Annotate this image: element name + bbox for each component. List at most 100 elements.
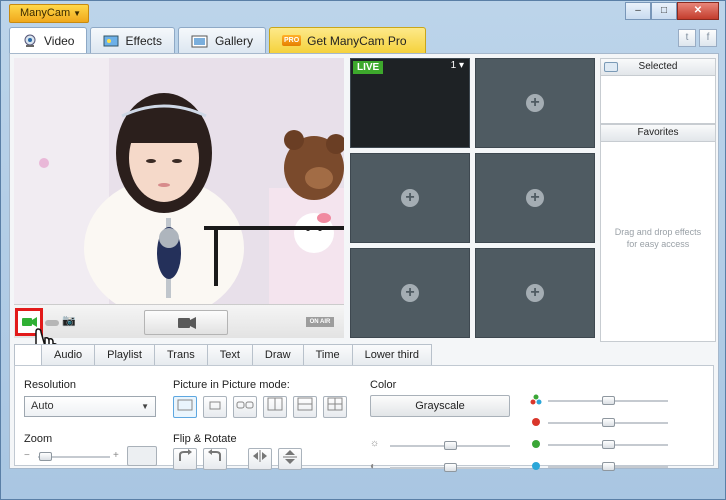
pip-mode-horizontal-split-button[interactable] — [293, 396, 317, 418]
zoom-label: Zoom — [24, 433, 53, 445]
green-channel-slider-thumb[interactable] — [602, 440, 615, 449]
flip-horizontal-button[interactable] — [248, 448, 272, 470]
source-slot-add[interactable]: + — [475, 58, 595, 148]
tab-video-settings[interactable] — [14, 344, 42, 366]
resolution-select[interactable]: Auto ▼ — [24, 396, 156, 417]
app-menu-button[interactable]: ManyCam ▼ — [9, 4, 89, 23]
maximize-button[interactable]: □ — [651, 2, 677, 20]
tab-get-pro[interactable]: PRO Get ManyCam Pro — [268, 27, 426, 53]
eye-icon[interactable] — [604, 62, 618, 72]
pip-quad-icon — [327, 397, 343, 411]
record-video-icon — [178, 317, 196, 329]
rgb-all-slider-thumb[interactable] — [602, 396, 615, 405]
rgb-channels-icon — [530, 394, 542, 405]
video-settings-panel: Resolution Auto ▼ Zoom − + Picture in Pi… — [14, 365, 714, 472]
camera-photo-toggle[interactable] — [45, 320, 59, 326]
social-links: t f — [678, 29, 717, 47]
flip-rotate-label: Flip & Rotate — [173, 433, 237, 445]
facebook-icon[interactable]: f — [699, 29, 717, 47]
tab-get-pro-label: Get ManyCam Pro — [307, 33, 407, 48]
record-button[interactable] — [144, 310, 228, 335]
red-channel-icon — [532, 418, 540, 426]
on-air-indicator: ON AIR — [306, 317, 334, 327]
favorites-hint: Drag and drop effects for easy access — [601, 142, 715, 250]
status-bar — [1, 469, 725, 499]
source-channel-selector[interactable]: 1 ▾ — [451, 60, 464, 71]
add-source-icon: + — [526, 189, 544, 207]
flip-vertical-button[interactable] — [278, 448, 302, 470]
tab-lower-third[interactable]: Lower third — [351, 344, 433, 366]
close-button[interactable]: ✕ — [677, 2, 719, 20]
brightness-icon: ☼ — [370, 438, 380, 449]
tab-gallery-label: Gallery — [214, 33, 253, 48]
source-slot-live[interactable]: LIVE 1 ▾ — [350, 58, 470, 148]
pip-mode-quad-button[interactable] — [323, 396, 347, 418]
twitter-icon[interactable]: t — [678, 29, 696, 47]
flip-horizontal-icon — [253, 450, 267, 462]
pro-badge: PRO — [281, 35, 302, 46]
pip-horizontal-split-icon — [297, 397, 313, 411]
rotate-left-button[interactable] — [173, 448, 197, 470]
tab-draw[interactable]: Draw — [251, 344, 304, 366]
grayscale-button[interactable]: Grayscale — [370, 395, 510, 417]
selected-panel-title: Selected — [638, 61, 678, 72]
add-source-icon: + — [526, 284, 544, 302]
brightness-slider-thumb[interactable] — [444, 441, 457, 450]
video-tab-content: 📷 ON AIR LIVE 1 ▾ + + + + + Selected Fav… — [9, 53, 719, 472]
tab-text[interactable]: Text — [206, 344, 253, 366]
favorites-hint-line: Drag and drop effects — [614, 227, 702, 237]
photo-camera-icon[interactable]: 📷 — [62, 314, 76, 327]
tab-trans[interactable]: Trans — [153, 344, 208, 366]
add-source-icon: + — [401, 189, 419, 207]
add-source-icon: + — [526, 94, 544, 112]
green-channel-icon — [532, 440, 540, 448]
tab-playlist[interactable]: Playlist — [94, 344, 155, 366]
zoom-reset-button[interactable] — [127, 446, 157, 466]
pip-none-icon — [177, 399, 193, 411]
pip-side-by-side-icon — [236, 401, 254, 409]
zoom-in-icon[interactable]: + — [113, 450, 119, 461]
add-source-icon: + — [401, 284, 419, 302]
tab-effects[interactable]: Effects — [90, 27, 175, 53]
pip-vertical-split-icon — [267, 397, 283, 411]
pip-mode-none-button[interactable] — [173, 396, 197, 418]
pip-mode-label: Picture in Picture mode: — [173, 379, 290, 391]
chevron-down-icon: ▼ — [141, 402, 149, 411]
video-source-grid: LIVE 1 ▾ + + + + + — [350, 58, 595, 342]
window-controls: – □ ✕ — [625, 2, 719, 20]
effects-icon — [103, 35, 119, 46]
tab-video[interactable]: Video — [9, 27, 88, 54]
title-bar: ManyCam ▼ – □ ✕ — [1, 1, 725, 27]
tab-gallery[interactable]: Gallery — [177, 27, 266, 53]
red-channel-slider-thumb[interactable] — [602, 418, 615, 427]
zoom-slider-thumb[interactable] — [39, 452, 53, 461]
pip-mode-side-by-side-button[interactable] — [233, 396, 257, 418]
main-tabs: Video Effects Gallery PRO Get ManyCam Pr… — [9, 27, 429, 54]
pip-mode-inset-button[interactable] — [203, 396, 227, 418]
gallery-icon — [191, 35, 208, 47]
source-slot-add[interactable]: + — [350, 153, 470, 243]
selected-panel-header: Selected — [600, 58, 716, 76]
zoom-out-icon[interactable]: − — [24, 450, 30, 461]
rotate-left-icon — [179, 449, 192, 461]
tab-effects-label: Effects — [125, 33, 162, 48]
tab-video-label: Video — [44, 34, 75, 48]
resolution-label: Resolution — [24, 379, 76, 391]
favorites-panel-title: Favorites — [637, 127, 679, 138]
video-sub-tabs: Audio Playlist Trans Text Draw Time Lowe… — [14, 344, 433, 366]
camera-preview — [14, 58, 344, 304]
minimize-button[interactable]: – — [625, 2, 651, 20]
rotate-right-icon — [208, 449, 221, 461]
tab-time[interactable]: Time — [302, 344, 353, 366]
favorites-panel-body[interactable]: Drag and drop effects for easy access — [600, 142, 716, 342]
source-slot-add[interactable]: + — [475, 248, 595, 338]
pip-mode-vertical-split-button[interactable] — [263, 396, 287, 418]
app-menu-label: ManyCam — [20, 7, 71, 19]
effects-side-panel: Selected Favorites Drag and drop effects… — [600, 58, 716, 342]
live-badge: LIVE — [353, 61, 384, 74]
source-slot-add[interactable]: + — [350, 248, 470, 338]
tab-audio[interactable]: Audio — [41, 344, 96, 366]
rotate-right-button[interactable] — [203, 448, 227, 470]
source-slot-add[interactable]: + — [475, 153, 595, 243]
resolution-value: Auto — [31, 400, 54, 412]
